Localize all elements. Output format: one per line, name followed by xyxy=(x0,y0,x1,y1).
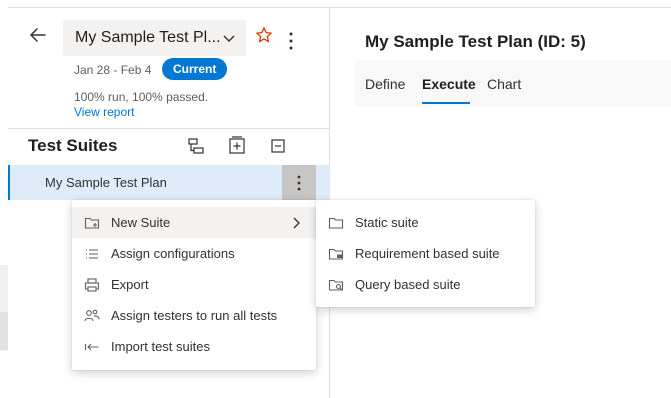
top-strip xyxy=(0,0,671,8)
submenu-item-label: Query based suite xyxy=(355,277,461,292)
back-arrow-icon xyxy=(30,28,46,42)
people-icon xyxy=(84,309,100,322)
plan-title: My Sample Test Plan (ID: 5) xyxy=(365,32,586,51)
menu-item-new-suite[interactable]: New Suite xyxy=(72,207,316,238)
menu-item-label: New Suite xyxy=(111,215,171,230)
suite-context-menu: New Suite Assign configurations Export A… xyxy=(72,200,316,370)
submenu-item-static-suite[interactable]: Static suite xyxy=(316,207,535,238)
menu-item-assign-testers[interactable]: Assign testers to run all tests xyxy=(72,300,316,331)
expand-all-button[interactable] xyxy=(227,136,247,156)
menu-item-label: Assign testers to run all tests xyxy=(111,308,278,323)
suite-more-button[interactable] xyxy=(282,165,316,200)
import-icon xyxy=(84,343,99,351)
expand-tree-button[interactable] xyxy=(186,136,206,156)
menu-item-import-test-suites[interactable]: Import test suites xyxy=(72,331,316,362)
folder-icon xyxy=(328,217,344,229)
requirement-suite-icon xyxy=(328,248,344,260)
submenu-item-label: Requirement based suite xyxy=(355,246,500,261)
tab-chart[interactable]: Chart xyxy=(487,76,521,92)
chevron-right-icon xyxy=(293,217,300,229)
menu-item-assign-configurations[interactable]: Assign configurations xyxy=(72,238,316,269)
tab-execute[interactable]: Execute xyxy=(422,76,476,92)
view-report-link[interactable]: View report xyxy=(74,105,134,119)
star-icon xyxy=(256,27,272,43)
more-vertical-icon xyxy=(289,32,293,50)
divider xyxy=(8,128,330,129)
current-status-badge: Current xyxy=(162,58,228,80)
test-suites-title: Test Suites xyxy=(28,136,118,155)
suite-row-label: My Sample Test Plan xyxy=(45,175,167,190)
plan-date-range: Jan 28 - Feb 4 xyxy=(74,63,152,77)
list-icon xyxy=(86,249,98,259)
run-stats-text: 100% run, 100% passed. xyxy=(74,90,209,104)
favorite-button[interactable] xyxy=(255,26,273,44)
run-stats: 100% run, 100% passed. View report xyxy=(74,90,224,120)
menu-item-export[interactable]: Export xyxy=(72,269,316,300)
submenu-item-requirement-suite[interactable]: Requirement based suite xyxy=(316,238,535,269)
collapse-all-button[interactable] xyxy=(268,136,288,156)
new-suite-submenu: Static suite Requirement based suite Que… xyxy=(316,200,535,307)
submenu-item-label: Static suite xyxy=(355,215,419,230)
more-vertical-icon xyxy=(297,175,301,190)
plan-more-button[interactable] xyxy=(282,30,300,52)
query-suite-icon xyxy=(328,279,344,291)
expand-all-icon xyxy=(229,136,245,154)
menu-item-label: Assign configurations xyxy=(111,246,235,261)
plan-picker-label: My Sample Test Pl... xyxy=(75,29,221,46)
chevron-down-icon xyxy=(223,35,235,42)
plan-picker-dropdown[interactable]: My Sample Test Pl... xyxy=(63,20,246,56)
back-button[interactable] xyxy=(27,24,49,46)
tab-define[interactable]: Define xyxy=(365,76,405,92)
left-rail-shade-dark xyxy=(0,312,8,350)
submenu-item-query-suite[interactable]: Query based suite xyxy=(316,269,535,300)
print-icon xyxy=(84,278,100,292)
collapse-all-icon xyxy=(271,139,285,153)
new-suite-icon xyxy=(84,217,100,229)
menu-item-label: Export xyxy=(111,277,149,292)
expand-tree-icon xyxy=(188,138,204,154)
menu-item-label: Import test suites xyxy=(111,339,210,354)
active-tab-indicator xyxy=(422,102,470,104)
